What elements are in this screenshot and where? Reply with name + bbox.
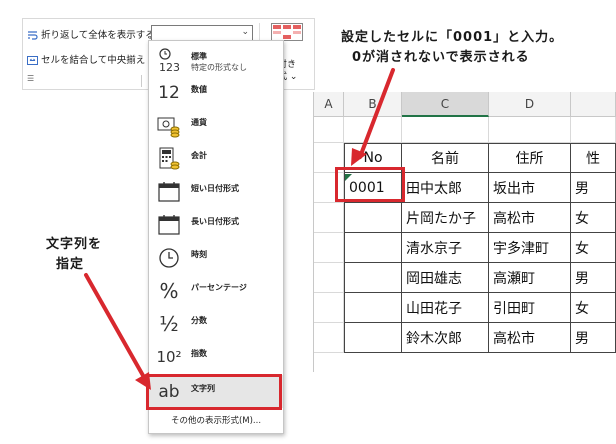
arrow-to-cell-head [351,148,367,166]
arrow-to-cell [358,68,395,159]
annotation-arrows [84,68,395,390]
arrow-to-text-item [84,273,147,381]
